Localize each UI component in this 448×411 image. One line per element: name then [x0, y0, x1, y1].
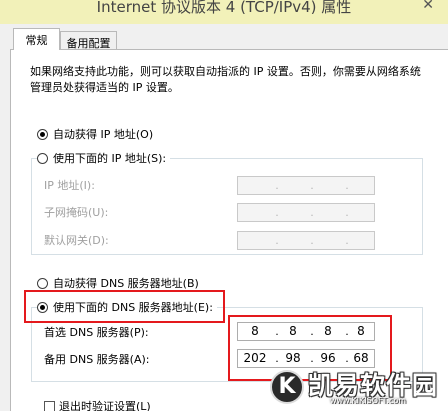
radio-manual-ip-indicator[interactable] [37, 152, 48, 164]
validate-settings-label: 退出时验证设置(L) [59, 400, 151, 411]
watermark-url: www.KIKISOFT.com [330, 396, 407, 405]
radio-manual-dns-label: 使用下面的 DNS 服务器地址(E): [53, 301, 213, 314]
subnet-mask-input: . . . [237, 203, 375, 222]
ip-address-input: . . . [237, 176, 375, 195]
radio-auto-dns[interactable]: 自动获得 DNS 服务器地址(B) [37, 275, 199, 291]
preferred-dns-octet-2[interactable]: 8 [278, 323, 308, 340]
radio-manual-ip-label: 使用下面的 IP 地址(S): [53, 152, 167, 165]
alternate-dns-octet-2[interactable]: 98 [278, 350, 308, 367]
gateway-octet-3 [313, 232, 343, 249]
mask-octet-3 [313, 204, 343, 221]
ip-octet-4 [346, 177, 376, 194]
default-gateway-label: 默认网关(D): [44, 234, 109, 247]
validate-settings-checkbox[interactable] [44, 401, 55, 411]
alternate-dns-octet-4[interactable]: 68 [346, 350, 376, 367]
preferred-dns-octet-4[interactable]: 8 [346, 323, 376, 340]
alternate-dns-octet-3[interactable]: 96 [313, 350, 343, 367]
close-icon[interactable]: ✕ [422, 0, 434, 13]
radio-auto-dns-label: 自动获得 DNS 服务器地址(B) [53, 277, 199, 290]
alternate-dns-octet-1[interactable]: 202 [240, 350, 270, 367]
ip-octet-3 [313, 177, 343, 194]
preferred-dns-input[interactable]: 8 . 8 . 8 . 8 [237, 322, 375, 341]
ip-octet-1 [240, 177, 270, 194]
radio-auto-dns-indicator[interactable] [37, 277, 48, 289]
watermark: K 凯易软件园 www.KIKISOFT.com [270, 366, 448, 411]
window-title: Internet 协议版本 4 (TCP/IPv4) 属性 [96, 0, 352, 16]
gateway-octet-1 [240, 232, 270, 249]
mask-octet-1 [240, 204, 270, 221]
preferred-dns-octet-1[interactable]: 8 [240, 323, 270, 340]
subnet-mask-label: 子网掩码(U): [44, 206, 109, 219]
mask-octet-2 [278, 204, 308, 221]
preferred-dns-label: 首选 DNS 服务器(P): [44, 326, 149, 339]
title-bar: Internet 协议版本 4 (TCP/IPv4) 属性 ✕ [0, 0, 448, 24]
alternate-dns-label: 备用 DNS 服务器(A): [44, 353, 150, 366]
gateway-octet-2 [278, 232, 308, 249]
default-gateway-input: . . . [237, 231, 375, 250]
radio-manual-dns[interactable]: 使用下面的 DNS 服务器地址(E): [37, 299, 217, 315]
radio-manual-ip[interactable]: 使用下面的 IP 地址(S): [37, 150, 171, 166]
radio-auto-ip[interactable]: 自动获得 IP 地址(O) [37, 126, 153, 142]
ip-address-label: IP 地址(I): [44, 179, 95, 192]
radio-auto-ip-indicator[interactable] [37, 128, 48, 140]
preferred-dns-octet-3[interactable]: 8 [313, 323, 343, 340]
ip-octet-2 [278, 177, 308, 194]
tab-alternate-config[interactable]: 备用配置 [60, 31, 117, 50]
radio-auto-ip-label: 自动获得 IP 地址(O) [53, 128, 154, 141]
radio-manual-dns-indicator[interactable] [37, 301, 48, 313]
description-text: 如果网络支持此功能，则可以获取自动指派的 IP 设置。否则，你需要从网络系统管理… [30, 65, 421, 94]
mask-octet-4 [346, 204, 376, 221]
watermark-logo: K [270, 370, 304, 404]
gateway-octet-4 [346, 232, 376, 249]
tab-general[interactable]: 常规 [13, 28, 60, 50]
